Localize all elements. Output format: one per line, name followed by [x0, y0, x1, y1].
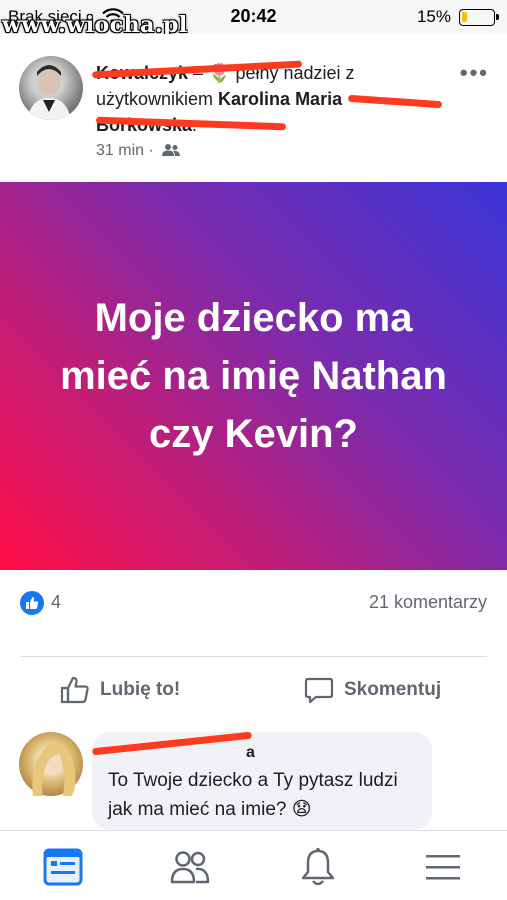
nav-friends[interactable]: [168, 845, 212, 889]
comment-item: a To Twoje dziecko a Ty pytasz ludzi jak…: [0, 730, 507, 830]
author-avatar[interactable]: [19, 56, 83, 120]
meta-separator: ·: [144, 142, 159, 159]
feed-icon: [43, 848, 83, 886]
nav-menu[interactable]: [421, 845, 465, 889]
comment-button[interactable]: Skomentuj: [304, 673, 441, 707]
more-icon[interactable]: •••: [460, 60, 489, 86]
comment-icon: [304, 677, 334, 704]
comment-text: To Twoje dziecko a Ty pytasz ludzi jak m…: [108, 770, 398, 820]
nav-notifications[interactable]: [296, 845, 340, 889]
like-button[interactable]: Lubię to!: [60, 673, 180, 707]
action-bar: Lubię to! Skomentuj: [0, 667, 507, 713]
like-reaction-icon[interactable]: [20, 591, 44, 615]
comment-count[interactable]: 21 komentarzy: [369, 592, 487, 613]
battery-percent: 15%: [416, 7, 451, 26]
status-card: Moje dziecko ma mieć na imię Nathan czy …: [0, 182, 507, 570]
nav-feed[interactable]: [41, 845, 85, 889]
thumbs-up-icon: [60, 676, 89, 704]
post-meta: 31 min ·: [96, 142, 181, 160]
commenter-avatar[interactable]: [19, 732, 83, 796]
divider: [20, 656, 487, 657]
battery-icon: [459, 9, 499, 26]
friends-icon: [170, 851, 210, 884]
reactions-row: 4 21 komentarzy: [0, 583, 507, 623]
card-text: Moje dziecko ma mieć na imię Nathan czy …: [60, 296, 447, 456]
post-time[interactable]: 31 min: [96, 142, 144, 159]
menu-icon: [426, 855, 460, 880]
person-photo-icon: [27, 65, 71, 120]
post-header: Kowalczyk – 🌷 pełny nadziei z użytkownik…: [0, 34, 507, 182]
friends-icon: [162, 144, 181, 156]
bottom-nav: [0, 830, 507, 900]
like-button-label: Lubię to!: [100, 679, 181, 700]
comment-button-label: Skomentuj: [344, 679, 442, 700]
battery-level: [462, 12, 467, 22]
person-photo-icon: [32, 743, 76, 796]
like-count[interactable]: 4: [51, 592, 61, 613]
notifications-icon: [301, 848, 335, 886]
thumbs-up-icon: [26, 597, 39, 609]
